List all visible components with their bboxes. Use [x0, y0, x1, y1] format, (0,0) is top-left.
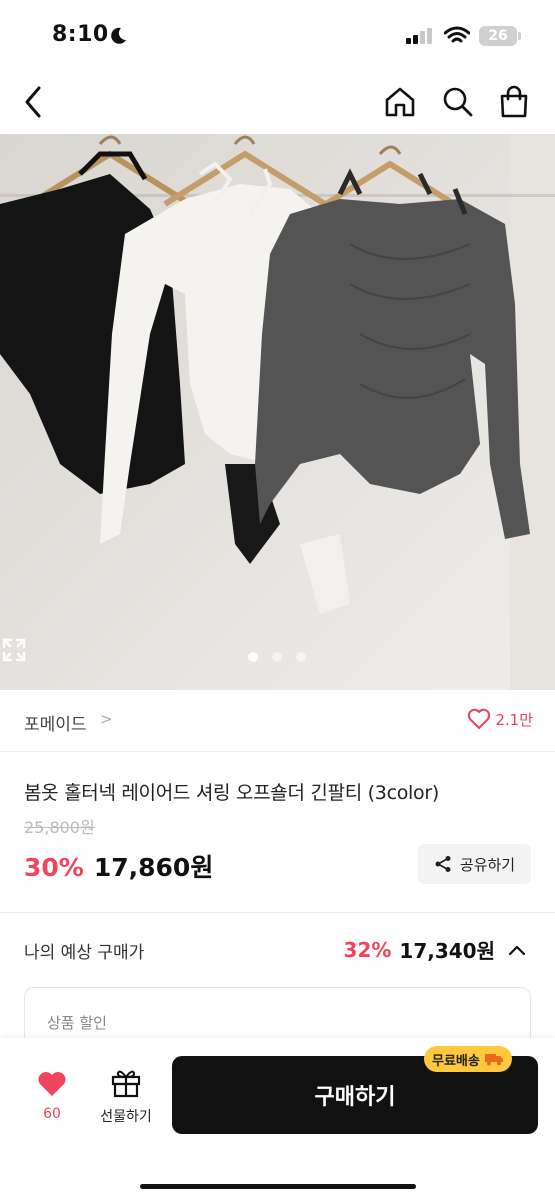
- divider: [0, 912, 555, 913]
- chevron-up-icon: [508, 945, 526, 955]
- battery-indicator: 26: [479, 26, 517, 46]
- wishlist-count: 60: [43, 1106, 61, 1122]
- sale-price: 17,860원: [93, 853, 214, 882]
- heart-filled-icon: [38, 1072, 66, 1096]
- battery-tip: [518, 32, 521, 40]
- brand-row[interactable]: 포메이드 > 2.1만: [0, 690, 555, 752]
- expected-price-toggle[interactable]: 32% 17,340원: [344, 935, 527, 964]
- cellular-signal-icon: [406, 28, 432, 44]
- free-shipping-label: 무료배송: [432, 1053, 480, 1069]
- nav-bar: [0, 72, 555, 134]
- free-shipping-badge: 무료배송: [424, 1046, 512, 1072]
- price-row: 30% 17,860원: [24, 848, 213, 884]
- like-count: 2.1만: [495, 710, 533, 729]
- heart-outline-icon: [468, 708, 491, 729]
- expand-icon[interactable]: [0, 636, 28, 664]
- expected-price: 17,340원: [399, 939, 495, 963]
- discount-rate: 30%: [24, 853, 84, 882]
- gift-icon: [111, 1070, 141, 1098]
- status-time: 8:10: [52, 22, 109, 47]
- gift-button[interactable]: 선물하기: [92, 1068, 160, 1128]
- gift-label: 선물하기: [100, 1109, 152, 1125]
- gallery-dot-2[interactable]: [272, 652, 282, 662]
- share-button[interactable]: 공유하기: [418, 844, 531, 884]
- moon-icon: [111, 27, 126, 44]
- bottom-action-bar: 60 선물하기 구매하기 무료배송: [0, 1038, 555, 1200]
- brand-name[interactable]: 포메이드: [24, 710, 87, 735]
- gallery-dot-1[interactable]: [248, 652, 258, 662]
- product-image-gallery[interactable]: [0, 134, 555, 690]
- shopping-bag-icon: [500, 85, 528, 118]
- expected-price-label: 나의 예상 구매가: [24, 943, 145, 963]
- search-button[interactable]: [438, 82, 478, 122]
- wishlist-button[interactable]: 60: [26, 1068, 78, 1128]
- home-icon: [385, 87, 415, 117]
- chevron-left-icon: [25, 86, 41, 118]
- status-bar: 8:10 26: [0, 0, 555, 72]
- wifi-icon: [444, 26, 470, 43]
- original-price: 25,800원: [24, 818, 95, 837]
- search-icon: [443, 87, 473, 117]
- back-button[interactable]: [14, 82, 54, 122]
- home-button[interactable]: [380, 82, 420, 122]
- like-button[interactable]: 2.1만: [467, 708, 533, 730]
- share-label: 공유하기: [459, 855, 516, 874]
- product-discount-label: 상품 할인: [47, 1014, 107, 1032]
- product-title: 봄옷 홀터넥 레이어드 셔링 오프숄더 긴팔티 (3color): [24, 782, 439, 804]
- home-indicator: [140, 1184, 416, 1189]
- expected-discount: 32%: [343, 937, 392, 962]
- gallery-pagination: [248, 652, 306, 662]
- gallery-dot-3[interactable]: [296, 652, 306, 662]
- product-photo: [0, 134, 555, 690]
- truck-icon: [484, 1054, 503, 1066]
- chevron-right-icon: >: [100, 710, 113, 728]
- cart-button[interactable]: [494, 82, 534, 122]
- share-icon: [435, 856, 451, 872]
